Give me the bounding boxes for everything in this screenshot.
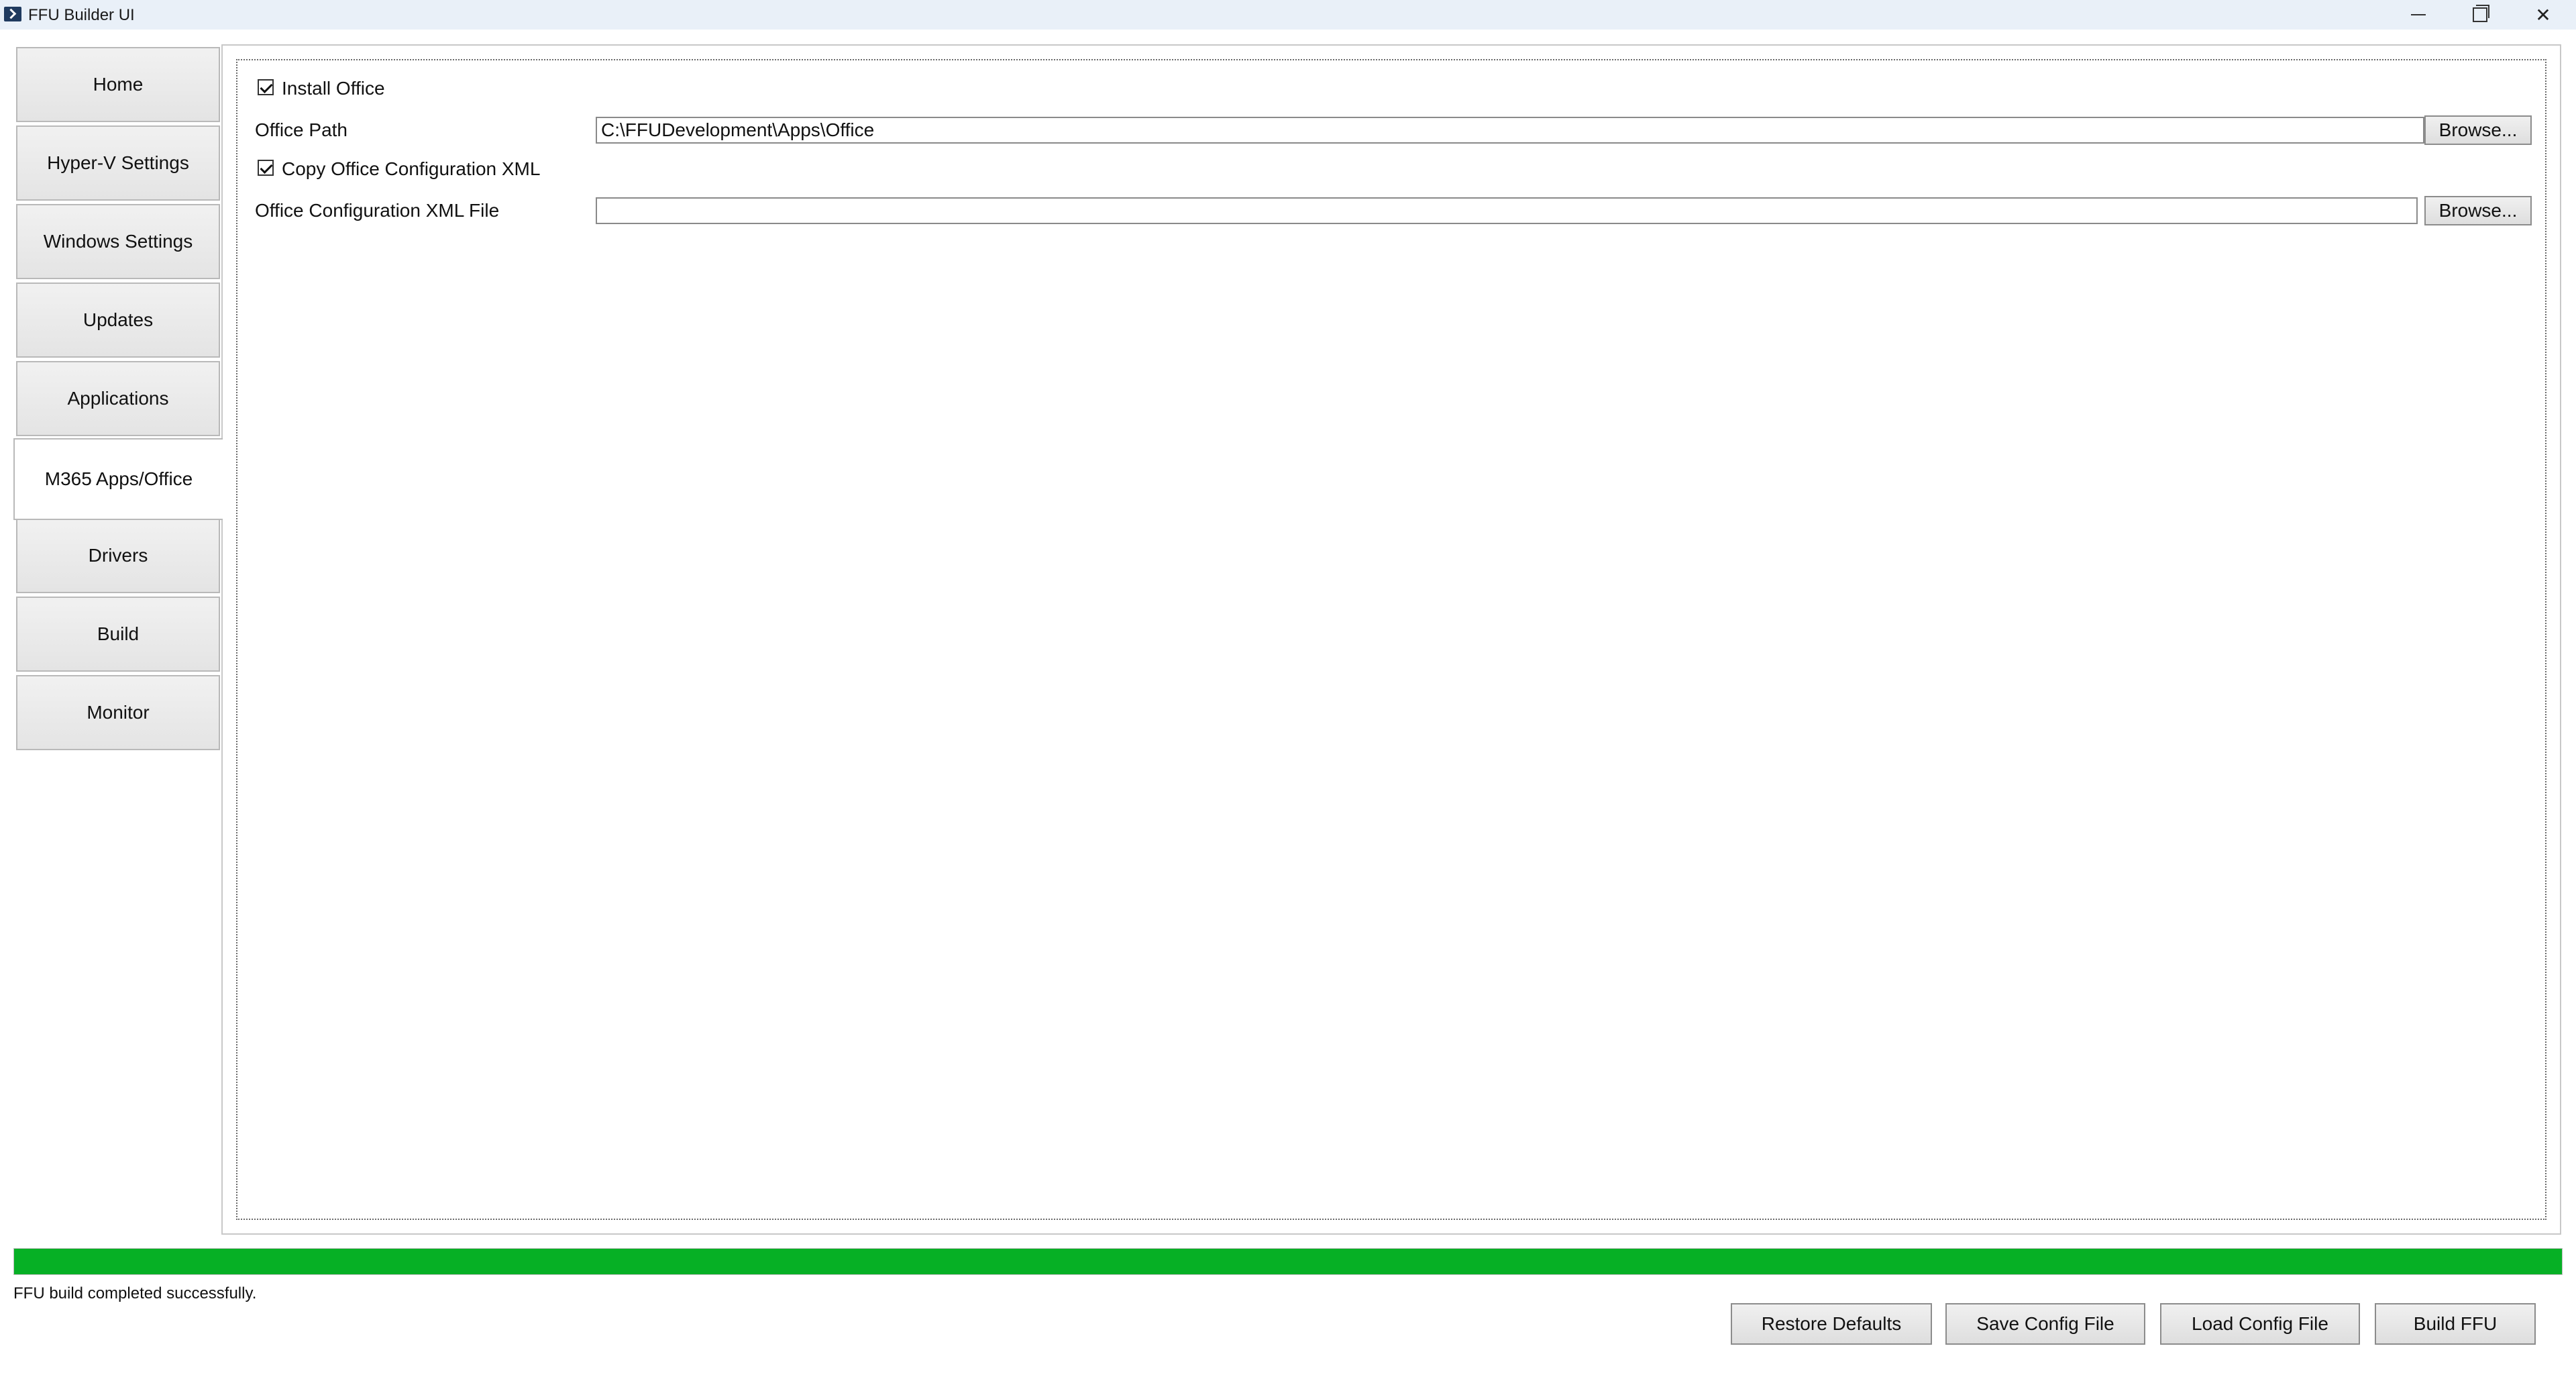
tab-m365-apps-office[interactable]: M365 Apps/Office (13, 438, 223, 520)
restore-button[interactable] (2450, 0, 2510, 30)
build-progress-bar (13, 1248, 2563, 1275)
install-office-label: Install Office (282, 78, 385, 99)
tab-label: Home (93, 74, 144, 95)
install-office-checkbox[interactable] (258, 79, 274, 95)
status-text: FFU build completed successfully. (13, 1284, 257, 1302)
save-config-button[interactable]: Save Config File (1945, 1303, 2145, 1345)
copy-office-xml-label: Copy Office Configuration XML (282, 158, 541, 179)
tab-home[interactable]: Home (16, 47, 220, 122)
restore-icon (2473, 5, 2489, 22)
minimize-button[interactable] (2388, 0, 2449, 30)
load-config-button[interactable]: Load Config File (2160, 1303, 2360, 1345)
office-settings-group: Install Office Office Path C:\FFUDevelop… (236, 59, 2546, 1220)
restore-defaults-button[interactable]: Restore Defaults (1731, 1303, 1932, 1345)
tab-label: Updates (83, 309, 154, 330)
tab-label: Monitor (87, 702, 150, 723)
tab-hyper-v-settings[interactable]: Hyper-V Settings (16, 125, 220, 201)
tab-label: M365 Apps/Office (44, 468, 193, 489)
window-title: FFU Builder UI (28, 6, 135, 24)
tab-applications[interactable]: Applications (16, 361, 220, 436)
office-path-input[interactable]: C:\FFUDevelopment\Apps\Office (596, 117, 2424, 144)
office-path-browse-button[interactable]: Browse... (2424, 115, 2532, 145)
tab-drivers[interactable]: Drivers (16, 518, 220, 593)
tab-updates[interactable]: Updates (16, 283, 220, 358)
tab-label: Hyper-V Settings (47, 152, 189, 173)
office-path-label: Office Path (255, 119, 348, 140)
tab-windows-settings[interactable]: Windows Settings (16, 204, 220, 279)
tab-build[interactable]: Build (16, 597, 220, 672)
progress-fill (14, 1249, 2562, 1274)
tab-label: Drivers (88, 545, 148, 566)
office-xml-browse-button[interactable]: Browse... (2424, 196, 2532, 225)
close-icon: ✕ (2535, 3, 2551, 26)
office-xml-file-input[interactable] (596, 197, 2418, 224)
copy-office-xml-checkbox[interactable] (258, 160, 274, 176)
tab-monitor[interactable]: Monitor (16, 675, 220, 750)
tab-label: Build (97, 623, 140, 644)
minimize-icon (2411, 14, 2426, 15)
title-bar: FFU Builder UI ✕ (0, 0, 2576, 30)
tab-label: Applications (67, 388, 169, 409)
close-button[interactable]: ✕ (2513, 0, 2573, 30)
office-xml-file-label: Office Configuration XML File (255, 200, 500, 221)
powershell-icon (4, 7, 21, 21)
tab-content-panel: Install Office Office Path C:\FFUDevelop… (221, 44, 2561, 1235)
build-ffu-button[interactable]: Build FFU (2375, 1303, 2536, 1345)
tab-label: Windows Settings (43, 231, 193, 252)
